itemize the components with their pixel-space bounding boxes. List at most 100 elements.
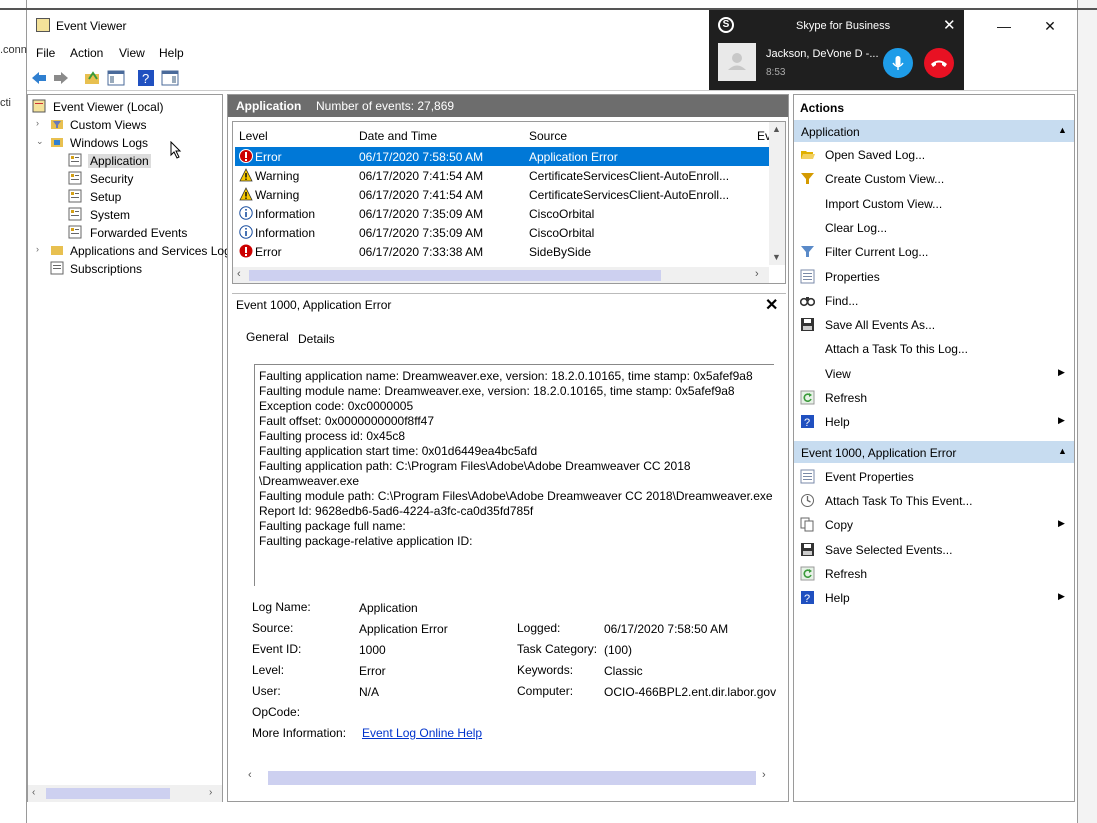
show-hide-action-pane-icon[interactable] bbox=[161, 69, 179, 87]
detail-horizontal-scrollbar[interactable]: ‹ › bbox=[242, 768, 772, 786]
menu-view[interactable]: View bbox=[119, 46, 145, 60]
action-help[interactable]: ? Help ▶ bbox=[794, 587, 1074, 609]
help-icon[interactable]: ? bbox=[137, 69, 155, 87]
collapse-icon[interactable]: ▲ bbox=[1058, 446, 1067, 456]
folder-icon bbox=[51, 246, 63, 255]
chevron-right-icon[interactable]: › bbox=[36, 118, 46, 128]
tree-label: Subscriptions bbox=[70, 262, 143, 276]
submenu-arrow-icon: ▶ bbox=[1058, 366, 1065, 377]
action-create-custom-view[interactable]: Create Custom View... bbox=[794, 168, 1074, 190]
mute-button[interactable] bbox=[883, 48, 913, 78]
refresh-icon bbox=[800, 566, 815, 581]
table-row[interactable]: Error 06/17/2020 7:33:38 AM SideBySide bbox=[235, 242, 770, 261]
menu-action[interactable]: Action bbox=[70, 46, 103, 60]
hang-up-button[interactable] bbox=[924, 48, 954, 78]
log-header-count: Number of events: 27,869 bbox=[316, 99, 455, 113]
event-viewer-window: Event Viewer — ✕ ☐ File Action View Help… bbox=[27, 10, 1077, 823]
description-line: Faulting module name: Dreamweaver.exe, v… bbox=[259, 384, 735, 398]
prop-value-source: Application Error bbox=[359, 622, 448, 636]
scroll-right-icon[interactable]: › bbox=[209, 787, 212, 798]
action-open-saved-log[interactable]: Open Saved Log... bbox=[794, 144, 1074, 166]
close-icon[interactable]: ✕ bbox=[943, 16, 956, 34]
scroll-left-icon[interactable]: ‹ bbox=[237, 268, 241, 280]
scrollbar-thumb[interactable] bbox=[268, 771, 756, 785]
table-row[interactable]: Warning 06/17/2020 7:41:54 AM Certificat… bbox=[235, 185, 770, 204]
scroll-left-icon[interactable]: ‹ bbox=[248, 769, 252, 781]
scrollbar-thumb[interactable] bbox=[249, 270, 661, 281]
scroll-left-icon[interactable]: ‹ bbox=[32, 787, 35, 798]
column-header-source[interactable]: Source bbox=[529, 129, 567, 143]
prop-label-computer: Computer: bbox=[517, 684, 574, 698]
actions-section-event[interactable]: Event 1000, Application Error ▲ bbox=[794, 441, 1074, 463]
up-folder-icon[interactable] bbox=[83, 69, 101, 87]
action-label: Help bbox=[825, 415, 850, 430]
prop-value-event-id: 1000 bbox=[359, 643, 386, 657]
tree-horizontal-scrollbar[interactable]: ‹ › bbox=[28, 785, 222, 802]
scroll-up-icon[interactable]: ▲ bbox=[772, 124, 781, 134]
description-line: Faulting module path: C:\Program Files\A… bbox=[259, 489, 773, 503]
scroll-right-icon[interactable]: › bbox=[762, 769, 766, 781]
scrollbar-thumb[interactable] bbox=[46, 788, 170, 799]
action-filter-current-log[interactable]: Filter Current Log... bbox=[794, 241, 1074, 263]
collapse-icon[interactable]: ▲ bbox=[1058, 125, 1067, 135]
action-label: Attach a Task To this Log... bbox=[825, 342, 968, 357]
action-event-properties[interactable]: Event Properties bbox=[794, 466, 1074, 488]
table-row[interactable]: Information 06/17/2020 7:35:09 AM CiscoO… bbox=[235, 204, 770, 223]
close-button[interactable]: ✕ bbox=[1027, 10, 1073, 42]
events-horizontal-scrollbar[interactable]: ‹ › bbox=[233, 267, 769, 283]
action-help[interactable]: ? Help ▶ bbox=[794, 411, 1074, 433]
close-icon[interactable]: ✕ bbox=[765, 295, 778, 315]
table-row[interactable]: Warning 06/17/2020 7:41:54 AM Certificat… bbox=[235, 166, 770, 185]
table-row[interactable]: Information 06/17/2020 7:35:09 AM CiscoO… bbox=[235, 223, 770, 242]
row-datetime: 06/17/2020 7:41:54 AM bbox=[359, 188, 484, 202]
tab-details[interactable]: Details bbox=[298, 332, 335, 346]
show-hide-tree-icon[interactable] bbox=[107, 69, 125, 87]
action-clear-log[interactable]: Clear Log... bbox=[794, 217, 1074, 239]
folder-open-icon bbox=[801, 151, 815, 159]
action-label: Properties bbox=[825, 269, 880, 284]
log-header-title: Application bbox=[236, 99, 302, 113]
column-header-date-time[interactable]: Date and Time bbox=[359, 129, 437, 143]
warning-icon bbox=[239, 168, 253, 182]
log-icon bbox=[68, 225, 82, 239]
action-properties[interactable]: Properties bbox=[794, 266, 1074, 288]
action-label: Copy bbox=[825, 518, 854, 533]
column-header-level[interactable]: Level bbox=[239, 129, 268, 143]
action-view[interactable]: View ▶ bbox=[794, 363, 1074, 385]
scroll-right-icon[interactable]: › bbox=[755, 268, 759, 280]
help-icon: ? bbox=[801, 415, 814, 429]
action-import-custom-view[interactable]: Import Custom View... bbox=[794, 193, 1074, 215]
caller-name: Jackson, DeVone D -... bbox=[766, 48, 879, 60]
row-datetime: 06/17/2020 7:33:38 AM bbox=[359, 245, 484, 259]
folder-icon bbox=[51, 120, 63, 129]
action-save-selected-events[interactable]: Save Selected Events... bbox=[794, 539, 1074, 561]
row-datetime: 06/17/2020 7:35:09 AM bbox=[359, 226, 484, 240]
table-row[interactable]: Error 06/17/2020 7:58:50 AM Application … bbox=[235, 147, 770, 166]
minimize-button[interactable]: — bbox=[981, 10, 1027, 42]
action-find[interactable]: Find... bbox=[794, 290, 1074, 312]
chevron-right-icon[interactable]: › bbox=[36, 244, 46, 254]
forward-arrow-icon[interactable] bbox=[52, 69, 70, 87]
action-attach-task-to-this-event[interactable]: Attach Task To This Event... bbox=[794, 490, 1074, 512]
log-icon bbox=[68, 207, 82, 221]
action-copy[interactable]: Copy ▶ bbox=[794, 514, 1074, 536]
row-source: CertificateServicesClient-AutoEnroll... bbox=[529, 188, 730, 202]
action-refresh[interactable]: Refresh bbox=[794, 563, 1074, 585]
description-line: Faulting application start time: 0x01d64… bbox=[259, 444, 538, 458]
scroll-down-icon[interactable]: ▼ bbox=[772, 252, 781, 262]
action-refresh[interactable]: Refresh bbox=[794, 387, 1074, 409]
back-arrow-icon[interactable] bbox=[30, 69, 48, 87]
menu-file[interactable]: File bbox=[36, 46, 55, 60]
binoculars-icon bbox=[800, 296, 815, 306]
chevron-down-icon[interactable]: ⌄ bbox=[36, 136, 46, 147]
action-save-all-events-as[interactable]: Save All Events As... bbox=[794, 314, 1074, 336]
menu-help[interactable]: Help bbox=[159, 46, 184, 60]
tab-general[interactable]: General bbox=[246, 330, 289, 344]
event-log-online-help-link[interactable]: Event Log Online Help bbox=[362, 726, 482, 740]
background-app-right bbox=[1077, 0, 1097, 823]
action-attach-a-task-to-this-log[interactable]: Attach a Task To this Log... bbox=[794, 338, 1074, 360]
prop-label-opcode: OpCode: bbox=[252, 705, 301, 719]
actions-section-application[interactable]: Application ▲ bbox=[794, 120, 1074, 142]
events-vertical-scrollbar[interactable]: ▲ ▼ bbox=[769, 122, 785, 265]
tree-label: Windows Logs bbox=[70, 136, 149, 150]
